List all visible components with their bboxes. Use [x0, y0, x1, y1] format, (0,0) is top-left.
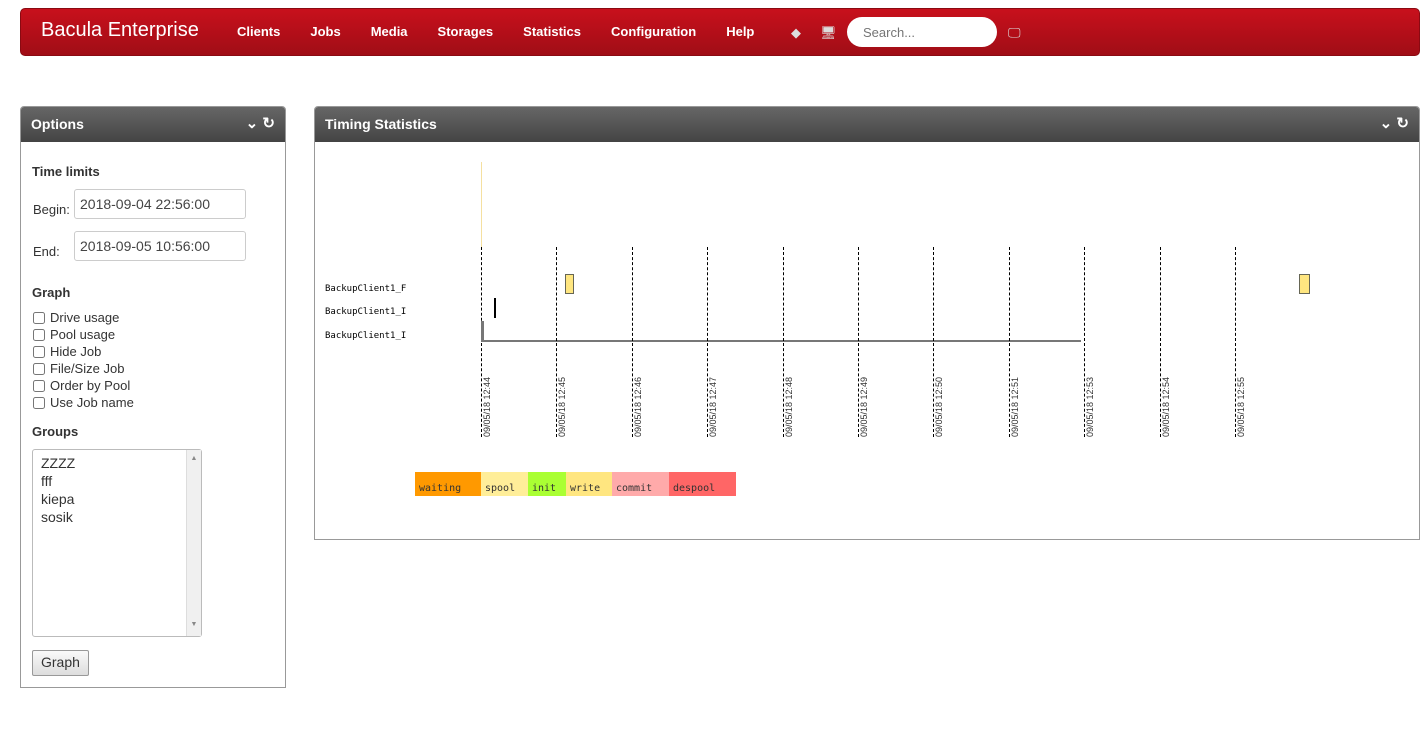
tick-label: 09/05/18 12:47	[708, 376, 719, 437]
job-bar[interactable]	[493, 298, 496, 318]
monitor-icon[interactable]: 🖥	[820, 25, 837, 41]
legend-item: spool	[481, 472, 528, 496]
groups-label: Groups	[32, 424, 79, 439]
timing-chart: BackupClient1_F BackupClient1_I BackupCl…	[315, 142, 1420, 504]
groups-listbox[interactable]: ZZZZ fff kiepa sosik ▲ ▼	[32, 449, 202, 637]
group-option[interactable]: sosik	[41, 508, 193, 526]
timing-panel: Timing Statistics ⌄ ↻ BackupClient1_F Ba…	[314, 106, 1420, 540]
tick-label: 09/05/18 12:45	[557, 376, 568, 437]
legend-item: write	[566, 472, 612, 496]
end-label: End:	[33, 244, 60, 259]
checkbox-label: Hide Job	[50, 344, 102, 359]
legend-item: commit	[612, 472, 669, 496]
begin-input[interactable]	[74, 189, 246, 219]
nav-storages[interactable]: Storages	[438, 24, 494, 39]
nav-help[interactable]: Help	[726, 24, 754, 39]
options-panel: Options ⌄ ↻ Time limits Begin: End: Grap…	[20, 106, 286, 688]
pool-usage-checkbox[interactable]: Pool usage	[33, 327, 115, 342]
job-bar[interactable]	[1299, 274, 1311, 294]
collapse-icon[interactable]: ⌄	[246, 115, 259, 132]
timeline-axis	[481, 340, 1081, 342]
nav-statistics[interactable]: Statistics	[523, 24, 581, 39]
begin-label: Begin:	[33, 202, 70, 217]
brand-logo[interactable]: Bacula Enterprise	[41, 19, 199, 42]
hide-job-checkbox[interactable]: Hide Job	[33, 344, 101, 359]
drive-usage-checkbox[interactable]: Drive usage	[33, 310, 119, 325]
graph-button[interactable]: Graph	[32, 650, 89, 676]
refresh-icon[interactable]: ↻	[262, 115, 275, 132]
nav-jobs[interactable]: Jobs	[310, 24, 340, 39]
group-option[interactable]: fff	[41, 472, 193, 490]
checkbox-label: Pool usage	[50, 327, 116, 342]
scrollbar[interactable]: ▲ ▼	[186, 450, 201, 636]
file-size-job-checkbox[interactable]: File/Size Job	[33, 361, 124, 376]
checkbox-label: Order by Pool	[50, 378, 131, 393]
collapse-icon[interactable]: ⌄	[1380, 115, 1393, 132]
tick-label: 09/05/18 12:50	[934, 376, 945, 437]
checkbox-label: File/Size Job	[50, 361, 125, 376]
tick-label: 09/05/18 12:46	[632, 376, 643, 437]
legend-item: init	[528, 472, 566, 496]
time-limits-label: Time limits	[32, 164, 100, 179]
group-option[interactable]: kiepa	[41, 490, 193, 508]
row-label: BackupClient1_I	[325, 307, 407, 317]
tick-label: 09/05/18 12:54	[1160, 376, 1171, 437]
top-navbar: Bacula Enterprise Clients Jobs Media Sto…	[20, 8, 1420, 56]
legend-item: despool	[669, 472, 736, 496]
start-marker	[481, 162, 482, 247]
nav-configuration[interactable]: Configuration	[611, 24, 696, 39]
display-icon[interactable]: 🖵	[1008, 25, 1021, 41]
legend-item: waiting	[415, 472, 481, 496]
eraser-icon[interactable]: ◆	[791, 25, 801, 41]
job-bar[interactable]	[565, 274, 574, 294]
row-label: BackupClient1_F	[325, 284, 407, 294]
tick-label: 09/05/18 12:51	[1009, 376, 1020, 437]
checkbox-label: Use Job name	[50, 395, 134, 410]
use-job-name-checkbox[interactable]: Use Job name	[33, 395, 134, 410]
nav-media[interactable]: Media	[371, 24, 408, 39]
end-input[interactable]	[74, 231, 246, 261]
order-by-pool-checkbox[interactable]: Order by Pool	[33, 378, 130, 393]
options-title: Options	[31, 116, 84, 132]
tick-label: 09/05/18 12:55	[1236, 376, 1246, 437]
group-option[interactable]: ZZZZ	[41, 454, 193, 472]
refresh-icon[interactable]: ↻	[1396, 115, 1409, 132]
timing-title: Timing Statistics	[325, 116, 437, 132]
job-bar[interactable]	[481, 321, 484, 341]
graph-label: Graph	[32, 285, 71, 300]
tick-label: 09/05/18 12:53	[1085, 376, 1096, 437]
tick-label: 09/05/18 12:48	[783, 376, 794, 437]
tick-label: 09/05/18 12:44	[482, 376, 492, 437]
search-input[interactable]	[847, 17, 997, 47]
checkbox-label: Drive usage	[50, 310, 120, 325]
row-label: BackupClient1_I	[325, 331, 407, 341]
nav-clients[interactable]: Clients	[237, 24, 280, 39]
tick-label: 09/05/18 12:49	[859, 376, 869, 437]
